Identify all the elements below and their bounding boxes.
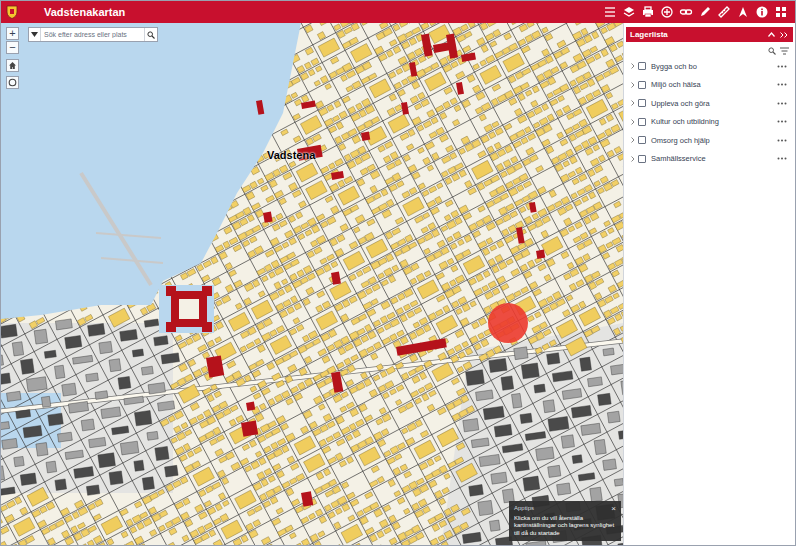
layer-panel-title: Lagerlista	[630, 29, 668, 41]
expand-panel-icon[interactable]	[780, 32, 789, 38]
layer-checkbox[interactable]	[638, 99, 646, 107]
layer-label: Bygga och bo	[651, 61, 697, 72]
coat-of-arms-icon[interactable]	[6, 4, 20, 20]
collapse-icon[interactable]	[768, 32, 777, 37]
caret-icon[interactable]	[631, 156, 638, 162]
layer-list: Bygga och bo Miljö och hälsa Uppleva och g…	[624, 57, 795, 168]
locate-icon[interactable]	[6, 76, 19, 89]
app-title: Vadstenakartan	[44, 7, 125, 18]
more-options-icon[interactable]	[777, 102, 787, 105]
caret-icon[interactable]	[631, 119, 638, 125]
apps-icon[interactable]	[774, 5, 788, 19]
layer-row[interactable]: Bygga och bo	[624, 57, 795, 76]
layer-row[interactable]: Samhällsservice	[624, 150, 795, 169]
dropdown-icon[interactable]	[29, 28, 41, 41]
tooltip-header: Apptips ×	[514, 505, 616, 513]
home-icon[interactable]	[6, 59, 19, 72]
more-options-icon[interactable]	[777, 157, 787, 160]
caret-icon[interactable]	[631, 137, 638, 143]
layer-checkbox[interactable]	[638, 81, 646, 89]
share-icon[interactable]	[660, 5, 674, 19]
more-options-icon[interactable]	[777, 83, 787, 86]
layer-checkbox[interactable]	[638, 118, 646, 126]
zoom-controls: +−	[6, 27, 19, 54]
layer-label: Miljö och hälsa	[651, 79, 701, 90]
caret-icon[interactable]	[631, 100, 638, 106]
layer-label: Samhällsservice	[651, 153, 706, 164]
print-icon[interactable]	[641, 5, 655, 19]
layer-label: Uppleva och göra	[651, 98, 710, 109]
tooltip-title: Apptips	[514, 505, 534, 513]
layer-row[interactable]: Miljö och hälsa	[624, 76, 795, 95]
tooltip: Apptips × Klicka om du vill återställa kar…	[509, 501, 621, 542]
tooltip-close[interactable]: ×	[611, 505, 616, 513]
map[interactable]: Vadstena +− Apptips × Klicka om du vill åter…	[1, 23, 623, 545]
layer-panel: Lagerlista Bygga och bo Miljö och hälsa Upp…	[623, 23, 795, 545]
more-options-icon[interactable]	[777, 139, 787, 142]
layer-label: Kultur och utbildning	[651, 116, 719, 127]
zoom-in-button[interactable]: +	[6, 27, 19, 40]
more-options-icon[interactable]	[777, 120, 787, 123]
measure-icon[interactable]	[717, 5, 731, 19]
filter-icon[interactable]	[780, 47, 789, 55]
tooltip-text: Klicka om du vill återställa kartinställ…	[514, 515, 616, 538]
place-label: Vadstena	[267, 147, 315, 164]
layer-label: Omsorg och hjälp	[651, 135, 710, 146]
caret-icon[interactable]	[631, 63, 638, 69]
layer-row[interactable]: Kultur och utbildning	[624, 113, 795, 132]
search-layers-icon[interactable]	[768, 47, 776, 55]
zoom-out-button[interactable]: −	[6, 41, 19, 54]
draw-icon[interactable]	[698, 5, 712, 19]
top-bar: Vadstenakartan	[1, 1, 795, 23]
main-area: Vadstena +− Apptips × Klicka om du vill åter…	[1, 23, 795, 545]
search-bar	[28, 27, 158, 42]
layer-checkbox[interactable]	[638, 62, 646, 70]
layer-checkbox[interactable]	[638, 136, 646, 144]
layer-panel-header: Lagerlista	[626, 27, 793, 42]
layer-tools	[624, 44, 795, 57]
caret-icon[interactable]	[631, 82, 638, 88]
search-input[interactable]	[41, 28, 144, 41]
search-icon[interactable]	[144, 28, 157, 41]
link-icon[interactable]	[679, 5, 693, 19]
layer-checkbox[interactable]	[638, 155, 646, 163]
layer-row[interactable]: Omsorg och hjälp	[624, 131, 795, 150]
layer-row[interactable]: Uppleva och göra	[624, 94, 795, 113]
map-canvas[interactable]	[1, 23, 623, 545]
layer-list-icon[interactable]	[603, 5, 617, 19]
layers-icon[interactable]	[622, 5, 636, 19]
directions-icon[interactable]	[736, 5, 750, 19]
info-icon[interactable]	[755, 5, 769, 19]
more-options-icon[interactable]	[777, 65, 787, 68]
toolbar	[603, 5, 790, 19]
